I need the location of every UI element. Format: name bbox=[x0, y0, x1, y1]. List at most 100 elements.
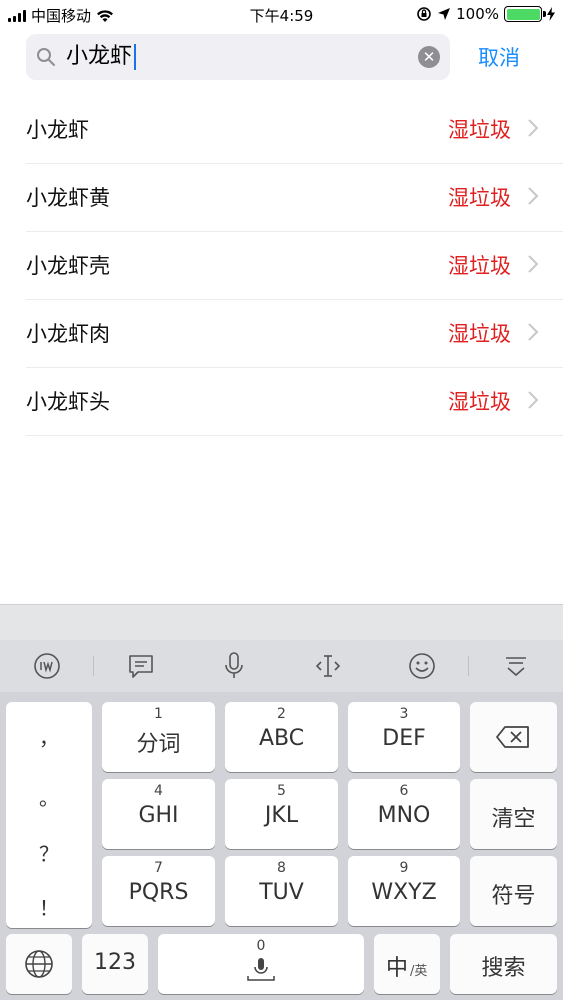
cancel-button[interactable]: 取消 bbox=[478, 42, 520, 72]
search-submit-label: 搜索 bbox=[481, 956, 526, 981]
ime-logo-icon bbox=[34, 653, 60, 679]
item-name: 小龙虾壳 bbox=[26, 254, 110, 278]
key-number: 5 bbox=[277, 783, 286, 799]
backspace-button[interactable] bbox=[470, 702, 557, 772]
cursor-move-button[interactable] bbox=[281, 640, 375, 692]
space-mic-icon bbox=[247, 958, 275, 981]
item-category: 湿垃圾 bbox=[448, 186, 511, 210]
language-toggle-button[interactable]: 中 /英 bbox=[374, 934, 440, 994]
cursor-move-icon bbox=[316, 655, 341, 677]
key-label: MNO bbox=[377, 803, 431, 828]
search-field[interactable]: 小龙虾 ✕ bbox=[26, 34, 450, 80]
key-8[interactable]: 8 TUV bbox=[225, 856, 338, 926]
list-item[interactable]: 小龙虾壳 湿垃圾 bbox=[26, 232, 563, 300]
key-label: PQRS bbox=[128, 880, 189, 905]
globe-button[interactable] bbox=[6, 934, 72, 994]
key-label: JKL bbox=[264, 803, 299, 828]
clear-button[interactable]: 清空 bbox=[470, 779, 557, 849]
key-number: 3 bbox=[399, 706, 409, 722]
orientation-lock-icon bbox=[417, 7, 431, 21]
key-number: 0 bbox=[256, 938, 266, 954]
search-icon bbox=[37, 48, 55, 66]
item-category: 湿垃圾 bbox=[448, 390, 511, 414]
chevron-right-icon bbox=[528, 323, 539, 341]
item-name: 小龙虾肉 bbox=[26, 322, 110, 346]
hide-keyboard-button[interactable] bbox=[469, 640, 563, 692]
key-6[interactable]: 6 MNO bbox=[348, 779, 460, 849]
list-item[interactable]: 小龙虾黄 湿垃圾 bbox=[26, 164, 563, 232]
key-4[interactable]: 4 GHI bbox=[102, 779, 215, 849]
key-5[interactable]: 5 JKL bbox=[225, 779, 338, 849]
emoji-button[interactable] bbox=[375, 640, 469, 692]
keyboard-candidate-area bbox=[0, 604, 563, 640]
ime-logo-button[interactable] bbox=[0, 640, 94, 692]
numbers-label: 123 bbox=[94, 950, 136, 975]
punct-period[interactable]: 。 bbox=[6, 782, 92, 811]
key-label: GHI bbox=[138, 803, 179, 828]
clipboard-message-icon bbox=[128, 655, 153, 678]
search-submit-button[interactable]: 搜索 bbox=[450, 934, 557, 994]
space-button[interactable]: 0 bbox=[158, 934, 364, 994]
key-9[interactable]: 9 WXYZ bbox=[348, 856, 460, 926]
item-name: 小龙虾 bbox=[26, 118, 89, 142]
item-category: 湿垃圾 bbox=[448, 322, 511, 346]
hide-keyboard-icon bbox=[505, 657, 526, 677]
key-1[interactable]: 1 分词 bbox=[102, 702, 215, 772]
battery-icon bbox=[504, 6, 546, 22]
key-number: 4 bbox=[154, 783, 163, 799]
key-3[interactable]: 3 DEF bbox=[348, 702, 460, 772]
punct-question[interactable]: ？ bbox=[6, 838, 92, 867]
language-main-label: 中 bbox=[386, 956, 409, 981]
key-label: 分词 bbox=[136, 732, 181, 757]
results-list: 小龙虾 湿垃圾 小龙虾黄 湿垃圾 小龙虾壳 湿垃圾 小龙虾肉 湿垃圾 小龙虾头 … bbox=[0, 96, 563, 436]
status-bar: 中国移动 下午4:59 100% bbox=[0, 0, 563, 30]
key-number: 2 bbox=[277, 706, 286, 722]
keyboard: ， 。 ？ ！ 1 分词 2 ABC 3 DEF 4 GHI 5 JKL 6 M… bbox=[0, 692, 563, 1000]
key-number: 8 bbox=[277, 860, 286, 876]
key-number: 7 bbox=[154, 860, 163, 876]
chevron-right-icon bbox=[528, 187, 539, 205]
search-header: 小龙虾 ✕ 取消 bbox=[0, 30, 563, 86]
list-item[interactable]: 小龙虾头 湿垃圾 bbox=[26, 368, 563, 436]
clear-search-icon[interactable]: ✕ bbox=[418, 46, 440, 68]
numbers-button[interactable]: 123 bbox=[82, 934, 148, 994]
chevron-right-icon bbox=[528, 255, 539, 273]
list-item[interactable]: 小龙虾肉 湿垃圾 bbox=[26, 300, 563, 368]
key-2[interactable]: 2 ABC bbox=[225, 702, 338, 772]
symbol-label: 符号 bbox=[491, 884, 536, 909]
location-arrow-icon bbox=[438, 8, 451, 20]
text-caret bbox=[134, 44, 137, 70]
charging-bolt-icon bbox=[547, 7, 555, 21]
battery-percent: 100% bbox=[456, 5, 499, 23]
status-right: 100% bbox=[416, 5, 555, 23]
item-category: 湿垃圾 bbox=[448, 254, 511, 278]
globe-icon bbox=[25, 950, 53, 978]
key-number: 9 bbox=[399, 860, 409, 876]
microphone-icon bbox=[225, 652, 244, 678]
emoji-icon bbox=[409, 653, 435, 679]
punct-comma[interactable]: ， bbox=[6, 722, 92, 751]
keyboard-toolbar bbox=[0, 640, 563, 692]
punctuation-column[interactable]: ， 。 ？ ！ bbox=[6, 702, 92, 928]
key-label: DEF bbox=[382, 726, 426, 751]
chevron-right-icon bbox=[528, 391, 539, 409]
item-name: 小龙虾头 bbox=[26, 390, 110, 414]
search-input[interactable]: 小龙虾 bbox=[66, 42, 137, 72]
item-category: 湿垃圾 bbox=[448, 118, 511, 142]
key-7[interactable]: 7 PQRS bbox=[102, 856, 215, 926]
backspace-icon bbox=[496, 726, 529, 748]
chevron-right-icon bbox=[528, 119, 539, 137]
key-number: 1 bbox=[154, 706, 163, 722]
punct-exclaim[interactable]: ！ bbox=[6, 892, 92, 921]
key-label: WXYZ bbox=[371, 880, 437, 905]
key-label: ABC bbox=[258, 726, 305, 751]
search-query-text: 小龙虾 bbox=[66, 44, 133, 69]
key-label: TUV bbox=[259, 880, 304, 905]
clipboard-button[interactable] bbox=[94, 640, 188, 692]
item-name: 小龙虾黄 bbox=[26, 186, 110, 210]
list-item[interactable]: 小龙虾 湿垃圾 bbox=[26, 96, 563, 164]
language-sub-label: /英 bbox=[410, 964, 428, 979]
symbol-button[interactable]: 符号 bbox=[470, 856, 557, 926]
voice-input-button[interactable] bbox=[188, 640, 282, 692]
key-number: 6 bbox=[399, 783, 409, 799]
